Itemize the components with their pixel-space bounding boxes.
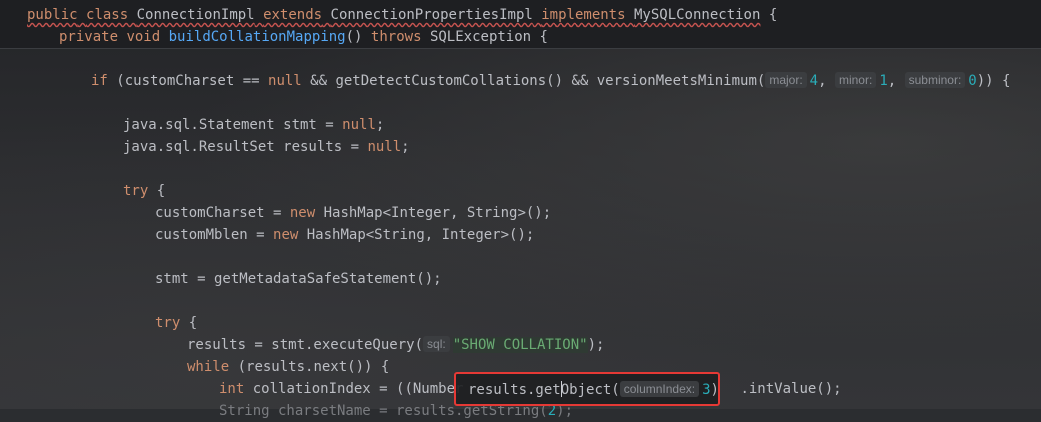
keyword-while: while [187,359,230,375]
code-text: { [180,315,198,331]
open-brace: { [768,7,778,23]
keyword-null: null [367,139,402,155]
method-name: buildCollationMapping [168,29,346,45]
keyword-int: int [219,381,245,397]
code-text: bject( [569,382,620,398]
code-line-execute-query[interactable]: results = stmt.executeQuery(sql: "SHOW CO… [187,334,604,356]
keyword-private: private [59,29,119,45]
keyword-new: new [273,227,299,243]
code-text: results.get [468,382,561,398]
code-line-while[interactable]: while (results.next()) { [187,356,389,378]
number-literal: 1 [879,73,888,89]
string-literal: "SHOW COLLATION" [452,337,588,353]
keyword-if: if [91,73,108,89]
keyword-null: null [342,117,376,133]
code-text: ) [710,382,719,398]
param-hint-major: major: [765,72,807,88]
code-text: (customCharset == [107,73,269,89]
code-text: java.sql.Statement stmt = [123,117,343,133]
parent-class-name: ConnectionPropertiesImpl [330,7,533,23]
number-literal: 0 [968,73,977,89]
code-text: )) { [976,73,1011,89]
code-text: , [887,73,905,89]
keyword-try: try [155,315,181,331]
keyword-try: try [123,183,149,199]
code-text: ; [401,139,410,155]
code-text: collationIndex = ((Number [244,381,464,397]
keyword-null: null [268,73,302,89]
code-line-statement-decl[interactable]: java.sql.Statement stmt = null; [123,114,384,136]
class-name: ConnectionImpl [136,7,255,23]
popup-code[interactable]: results.getObject(columnIndex: 3) [468,379,719,401]
sticky-class-declaration[interactable]: public class ConnectionImpl extends Conn… [27,4,777,26]
method-parens: () [345,29,363,45]
param-hint-minor: minor: [834,72,877,88]
code-text: java.sql.ResultSet results = [123,139,368,155]
code-text: results = stmt.executeQuery( [187,337,424,353]
code-line-try-outer[interactable]: try { [123,180,165,202]
keyword-extends: extends [263,7,323,23]
keyword-implements: implements [541,7,626,23]
code-text: , [818,73,835,89]
code-text: { [148,183,166,199]
param-hint-subminor: subminor: [904,72,966,88]
code-line-get-statement[interactable]: stmt = getMetadataSafeStatement(); [155,268,442,290]
interface-name: MySQLConnection [633,7,761,23]
code-text: stmt = getMetadataSafeStatement(); [155,271,442,287]
code-line-custom-charset[interactable]: customCharset = new HashMap<Integer, Str… [155,202,551,224]
exception-name: SQLException [429,29,532,45]
open-brace: { [539,29,548,45]
code-text: ; [375,117,385,133]
sticky-method-declaration[interactable]: private void buildCollationMapping() thr… [59,26,548,48]
keyword-void: void [126,29,161,45]
code-text: (results.next()) { [229,359,390,375]
code-text: HashMap<Integer, String>(); [315,205,552,221]
keyword-public: public [27,7,78,23]
keyword-throws: throws [370,29,422,45]
code-text: && getDetectCustomCollations() && versio… [301,73,766,89]
keyword-class: class [86,7,129,23]
code-line-if[interactable]: if (customCharset == null && getDetectCu… [91,70,1010,92]
sticky-scroll-header[interactable]: public class ConnectionImpl extends Conn… [0,0,1041,49]
code-text: HashMap<String, Integer>(); [298,227,535,243]
param-hint-column-index: columnIndex: [619,381,700,397]
code-text: ); [587,337,605,353]
code-line-resultset-decl[interactable]: java.sql.ResultSet results = null; [123,136,410,158]
number-literal: 4 [809,73,819,89]
keyword-new: new [289,205,316,221]
code-line-try-inner[interactable]: try { [155,312,197,334]
number-literal: 3 [702,382,711,398]
code-text: customCharset = [155,205,290,221]
code-text: .intValue(); [740,381,842,397]
param-hint-sql: sql: [423,336,450,352]
code-text: customMblen = [155,227,274,243]
code-text: O [560,382,570,398]
code-line-custom-mblen[interactable]: customMblen = new HashMap<String, Intege… [155,224,534,246]
highlighted-code-popup[interactable]: results.getObject(columnIndex: 3) [454,372,720,406]
